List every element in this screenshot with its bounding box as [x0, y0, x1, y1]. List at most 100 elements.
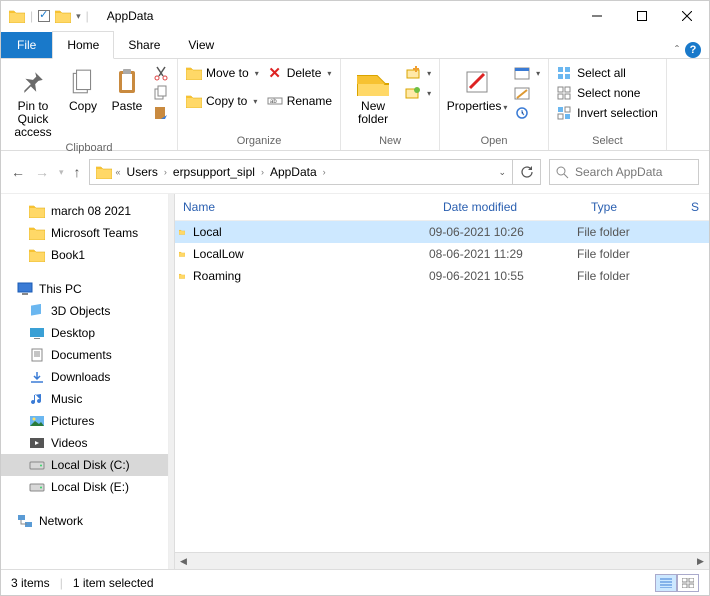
tree-icon — [29, 458, 45, 472]
cell-name: Local — [185, 223, 421, 241]
tree-item[interactable]: Documents — [1, 344, 168, 366]
col-type[interactable]: Type — [583, 194, 683, 220]
crumb-sep[interactable]: › — [164, 167, 167, 177]
crumb[interactable]: erpsupport_sipl — [171, 165, 257, 179]
tree-item[interactable]: Local Disk (C:) — [1, 454, 168, 476]
tree-icon — [29, 370, 45, 384]
address-history-button[interactable]: ⌄ — [498, 167, 506, 178]
status-selection: 1 item selected — [73, 576, 154, 590]
maximize-button[interactable] — [619, 1, 664, 31]
cell-type: File folder — [569, 267, 709, 285]
folder-icon — [96, 165, 112, 179]
tree-icon — [29, 304, 45, 318]
easy-access-button[interactable] — [403, 84, 433, 102]
column-headers[interactable]: Name Date modified Type S — [175, 194, 709, 221]
icons-view-button[interactable] — [677, 574, 699, 592]
select-all-button[interactable]: Select all — [555, 64, 628, 82]
folder-icon — [29, 226, 45, 240]
cell-name: LocalLow — [185, 245, 421, 263]
scroll-right[interactable]: ▶ — [692, 556, 709, 567]
col-size[interactable]: S — [683, 194, 707, 220]
pc-icon — [17, 282, 33, 296]
folder-icon — [29, 248, 45, 262]
tree-item[interactable]: Downloads — [1, 366, 168, 388]
pin-to-quick-access-button[interactable]: Pin to Quick access — [7, 62, 59, 140]
rename-button[interactable]: abRename — [265, 92, 334, 110]
up-button[interactable]: ↑ — [74, 164, 81, 180]
tree-item[interactable]: 3D Objects — [1, 300, 168, 322]
cell-date: 09-06-2021 10:26 — [421, 223, 569, 241]
group-label: Organize — [184, 133, 334, 150]
horizontal-scrollbar[interactable]: ◀ ▶ — [175, 552, 709, 569]
table-row[interactable]: LocalLow08-06-2021 11:29File folder — [175, 243, 709, 265]
cell-date: 09-06-2021 10:55 — [421, 267, 569, 285]
search-icon — [556, 166, 569, 179]
history-button[interactable] — [512, 104, 532, 122]
minimize-button[interactable] — [574, 1, 619, 31]
tree-item[interactable]: Book1 — [1, 244, 168, 266]
details-view-button[interactable] — [655, 574, 677, 592]
properties-button[interactable]: Properties — [446, 62, 508, 113]
tree-item[interactable]: Pictures — [1, 410, 168, 432]
paste-shortcut-button[interactable] — [151, 104, 171, 122]
tree-this-pc[interactable]: This PC — [1, 278, 168, 300]
crumb-sep[interactable]: › — [261, 167, 264, 177]
edit-button[interactable] — [512, 84, 532, 102]
tree-icon — [29, 326, 45, 340]
tree-item[interactable]: Microsoft Teams — [1, 222, 168, 244]
delete-button[interactable]: ✕Delete — [265, 64, 334, 82]
tree-item[interactable]: Local Disk (E:) — [1, 476, 168, 498]
address-bar[interactable]: « Users › erpsupport_sipl › AppData › ⌄ — [89, 159, 513, 185]
scroll-left[interactable]: ◀ — [175, 556, 192, 567]
col-date[interactable]: Date modified — [435, 194, 583, 220]
move-to-button[interactable]: Move to — [184, 64, 261, 82]
search-input[interactable]: Search AppData — [549, 159, 699, 185]
tree-icon — [29, 436, 45, 450]
tree-item[interactable]: Music — [1, 388, 168, 410]
back-button[interactable]: ← — [11, 164, 25, 180]
new-folder-button[interactable]: New folder — [347, 62, 399, 126]
recent-locations-button[interactable]: ▾ — [59, 167, 64, 178]
cell-name: Roaming — [185, 267, 421, 285]
table-row[interactable]: Local09-06-2021 10:26File folder — [175, 221, 709, 243]
tree-item[interactable]: march 08 2021 — [1, 200, 168, 222]
crumb[interactable]: Users — [125, 165, 160, 179]
qat-dropdown[interactable]: ▾ — [76, 11, 81, 22]
svg-text:ab: ab — [270, 99, 277, 105]
col-name[interactable]: Name — [175, 194, 435, 220]
open-button[interactable] — [512, 64, 542, 82]
tree-icon — [29, 414, 45, 428]
collapse-ribbon-icon[interactable]: ˆ — [675, 43, 679, 57]
status-item-count: 3 items — [11, 576, 50, 590]
help-icon[interactable]: ? — [685, 42, 701, 58]
crumb-sep[interactable]: « — [116, 167, 121, 177]
copy-button[interactable]: Copy — [63, 62, 103, 113]
folder-icon — [9, 9, 25, 23]
invert-selection-button[interactable]: Invert selection — [555, 104, 660, 122]
view-tab[interactable]: View — [174, 32, 228, 58]
copy-to-button[interactable]: Copy to — [184, 92, 259, 110]
forward-button[interactable]: → — [35, 164, 49, 180]
tree-network[interactable]: Network — [1, 510, 168, 532]
file-tab[interactable]: File — [1, 32, 52, 58]
network-icon — [17, 514, 33, 528]
crumb[interactable]: AppData — [268, 165, 319, 179]
qat-checkbox[interactable] — [38, 10, 50, 22]
tree-item[interactable]: Videos — [1, 432, 168, 454]
close-button[interactable] — [664, 1, 709, 31]
group-label: Open — [446, 133, 542, 150]
home-tab[interactable]: Home — [52, 31, 114, 59]
table-row[interactable]: Roaming09-06-2021 10:55File folder — [175, 265, 709, 287]
cut-button[interactable] — [151, 64, 171, 82]
folder-icon — [29, 204, 45, 218]
copy-path-button[interactable] — [151, 84, 171, 102]
refresh-button[interactable] — [513, 159, 541, 185]
new-item-button[interactable] — [403, 64, 433, 82]
share-tab[interactable]: Share — [114, 32, 174, 58]
tree-item[interactable]: Desktop — [1, 322, 168, 344]
tree-icon — [29, 348, 45, 362]
navigation-tree[interactable]: march 08 2021Microsoft TeamsBook1 This P… — [1, 194, 169, 569]
select-none-button[interactable]: Select none — [555, 84, 642, 102]
paste-button[interactable]: Paste — [107, 62, 147, 113]
crumb-sep[interactable]: › — [323, 167, 326, 177]
